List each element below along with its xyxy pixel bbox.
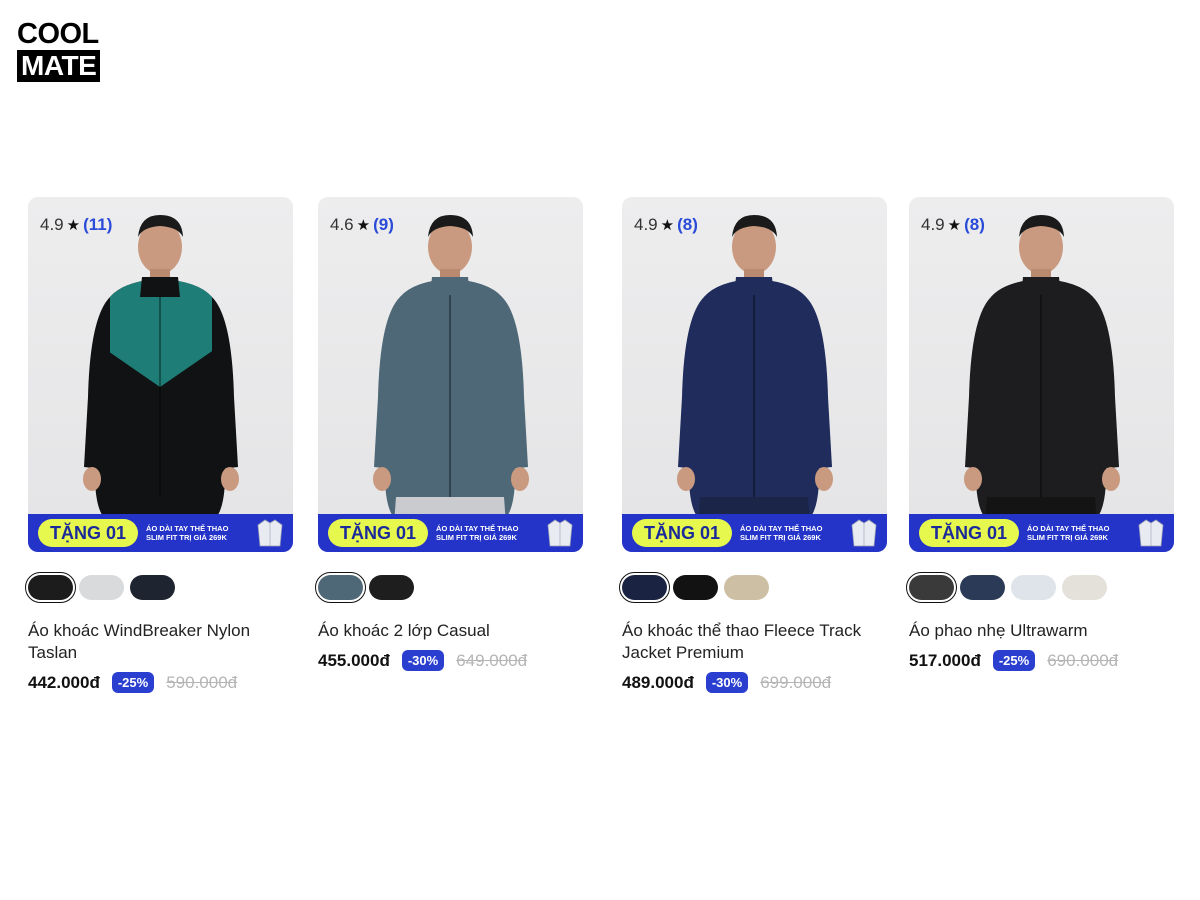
- model-figure: [677, 215, 833, 552]
- color-swatch[interactable]: [906, 571, 957, 603]
- sale-price: 455.000đ: [318, 650, 390, 670]
- gift-pill: TẶNG 01: [919, 519, 1020, 547]
- gift-description: ÁO DÀI TAY THỂ THAO SLIM FIT TRỊ GIÁ 269…: [1027, 524, 1109, 542]
- rating-value: 4.6: [330, 215, 354, 234]
- color-swatch[interactable]: [1011, 574, 1056, 600]
- color-swatch[interactable]: [315, 571, 366, 603]
- gift-description: ÁO DÀI TAY THỂ THAO SLIM FIT TRỊ GIÁ 269…: [146, 524, 228, 542]
- review-count: (11): [83, 215, 113, 234]
- product-card[interactable]: 4.9 ★ (8) TẶNG 01 ÁO DÀI TAY THỂ THAO SL…: [906, 197, 1174, 671]
- product-name[interactable]: Áo khoác 2 lớp Casual: [318, 620, 583, 642]
- gift-promo-banner: TẶNG 01 ÁO DÀI TAY THỂ THAO SLIM FIT TRỊ…: [909, 514, 1174, 552]
- gift-line-2: SLIM FIT TRỊ GIÁ 269K: [1027, 533, 1108, 542]
- product-name[interactable]: Áo khoác thể thao Fleece Track Jacket Pr…: [622, 620, 887, 664]
- product-name[interactable]: Áo khoác WindBreaker Nylon Taslan: [28, 620, 293, 664]
- color-swatch[interactable]: [130, 574, 175, 600]
- discount-badge: -30%: [401, 650, 445, 671]
- color-swatch[interactable]: [960, 574, 1005, 600]
- shirt-icon: [851, 519, 877, 547]
- color-swatches: [619, 571, 887, 603]
- price-row: 455.000đ -30% 649.000đ: [318, 650, 583, 671]
- gift-pill: TẶNG 01: [38, 519, 139, 547]
- product-rating: 4.9 ★ (11): [40, 215, 112, 235]
- product-rating: 4.6 ★ (9): [330, 215, 394, 235]
- color-swatches: [25, 571, 293, 603]
- price-row: 517.000đ -25% 690.000đ: [909, 650, 1174, 671]
- shirt-icon: [547, 519, 573, 547]
- review-count: (8): [677, 215, 698, 234]
- gift-line-2: SLIM FIT TRỊ GIÁ 269K: [740, 533, 821, 542]
- gift-line-2: SLIM FIT TRỊ GIÁ 269K: [146, 533, 227, 542]
- discount-badge: -25%: [992, 650, 1036, 671]
- color-swatch[interactable]: [1062, 574, 1107, 600]
- price-row: 489.000đ -30% 699.000đ: [622, 672, 887, 693]
- price-row: 442.000đ -25% 590.000đ: [28, 672, 293, 693]
- product-name[interactable]: Áo phao nhẹ Ultrawarm: [909, 620, 1174, 642]
- star-icon: ★: [947, 217, 962, 234]
- review-count: (8): [964, 215, 985, 234]
- discount-badge: -30%: [705, 672, 749, 693]
- product-image[interactable]: 4.9 ★ (11) TẶNG 01 ÁO DÀI TAY THỂ THAO S…: [28, 197, 293, 552]
- sale-price: 517.000đ: [909, 650, 981, 670]
- model-figure: [83, 215, 239, 552]
- color-swatch[interactable]: [724, 574, 769, 600]
- rating-value: 4.9: [634, 215, 658, 234]
- original-price: 649.000đ: [456, 650, 528, 670]
- product-card[interactable]: 4.6 ★ (9) TẶNG 01 ÁO DÀI TAY THỂ THAO SL…: [315, 197, 583, 671]
- review-count: (9): [373, 215, 394, 234]
- shirt-icon: [257, 519, 283, 547]
- model-figure: [373, 215, 529, 552]
- gift-line-1: ÁO DÀI TAY THỂ THAO: [146, 524, 229, 533]
- logo-top-text: COOL: [17, 18, 99, 50]
- color-swatch[interactable]: [619, 571, 670, 603]
- color-swatches: [906, 571, 1174, 603]
- rating-value: 4.9: [921, 215, 945, 234]
- original-price: 699.000đ: [760, 672, 832, 692]
- model-figure: [964, 215, 1120, 552]
- gift-line-1: ÁO DÀI TAY THỂ THAO: [740, 524, 823, 533]
- gift-line-1: ÁO DÀI TAY THỂ THAO: [1027, 524, 1110, 533]
- logo-bottom-text: MATE: [17, 50, 101, 82]
- rating-value: 4.9: [40, 215, 64, 234]
- color-swatch[interactable]: [79, 574, 124, 600]
- color-swatch[interactable]: [673, 574, 718, 600]
- shirt-icon: [1138, 519, 1164, 547]
- product-card[interactable]: 4.9 ★ (8) TẶNG 01 ÁO DÀI TAY THỂ THAO SL…: [619, 197, 887, 693]
- gift-line-2: SLIM FIT TRỊ GIÁ 269K: [436, 533, 517, 542]
- gift-description: ÁO DÀI TAY THỂ THAO SLIM FIT TRỊ GIÁ 269…: [740, 524, 822, 542]
- coolmate-logo[interactable]: COOL MATE: [17, 18, 109, 82]
- color-swatch[interactable]: [25, 571, 76, 603]
- product-image[interactable]: 4.9 ★ (8) TẶNG 01 ÁO DÀI TAY THỂ THAO SL…: [909, 197, 1174, 552]
- star-icon: ★: [356, 217, 371, 234]
- product-rating: 4.9 ★ (8): [921, 215, 985, 235]
- gift-line-1: ÁO DÀI TAY THỂ THAO: [436, 524, 519, 533]
- star-icon: ★: [66, 217, 81, 234]
- gift-pill: TẶNG 01: [632, 519, 733, 547]
- gift-promo-banner: TẶNG 01 ÁO DÀI TAY THỂ THAO SLIM FIT TRỊ…: [318, 514, 583, 552]
- star-icon: ★: [660, 217, 675, 234]
- discount-badge: -25%: [111, 672, 155, 693]
- gift-pill: TẶNG 01: [328, 519, 429, 547]
- product-image[interactable]: 4.6 ★ (9) TẶNG 01 ÁO DÀI TAY THỂ THAO SL…: [318, 197, 583, 552]
- sale-price: 442.000đ: [28, 672, 100, 692]
- original-price: 690.000đ: [1047, 650, 1119, 670]
- color-swatch[interactable]: [369, 574, 414, 600]
- product-rating: 4.9 ★ (8): [634, 215, 698, 235]
- product-image[interactable]: 4.9 ★ (8) TẶNG 01 ÁO DÀI TAY THỂ THAO SL…: [622, 197, 887, 552]
- original-price: 590.000đ: [166, 672, 238, 692]
- product-card[interactable]: 4.9 ★ (11) TẶNG 01 ÁO DÀI TAY THỂ THAO S…: [25, 197, 293, 693]
- color-swatches: [315, 571, 583, 603]
- gift-promo-banner: TẶNG 01 ÁO DÀI TAY THỂ THAO SLIM FIT TRỊ…: [622, 514, 887, 552]
- gift-description: ÁO DÀI TAY THỂ THAO SLIM FIT TRỊ GIÁ 269…: [436, 524, 518, 542]
- sale-price: 489.000đ: [622, 672, 694, 692]
- gift-promo-banner: TẶNG 01 ÁO DÀI TAY THỂ THAO SLIM FIT TRỊ…: [28, 514, 293, 552]
